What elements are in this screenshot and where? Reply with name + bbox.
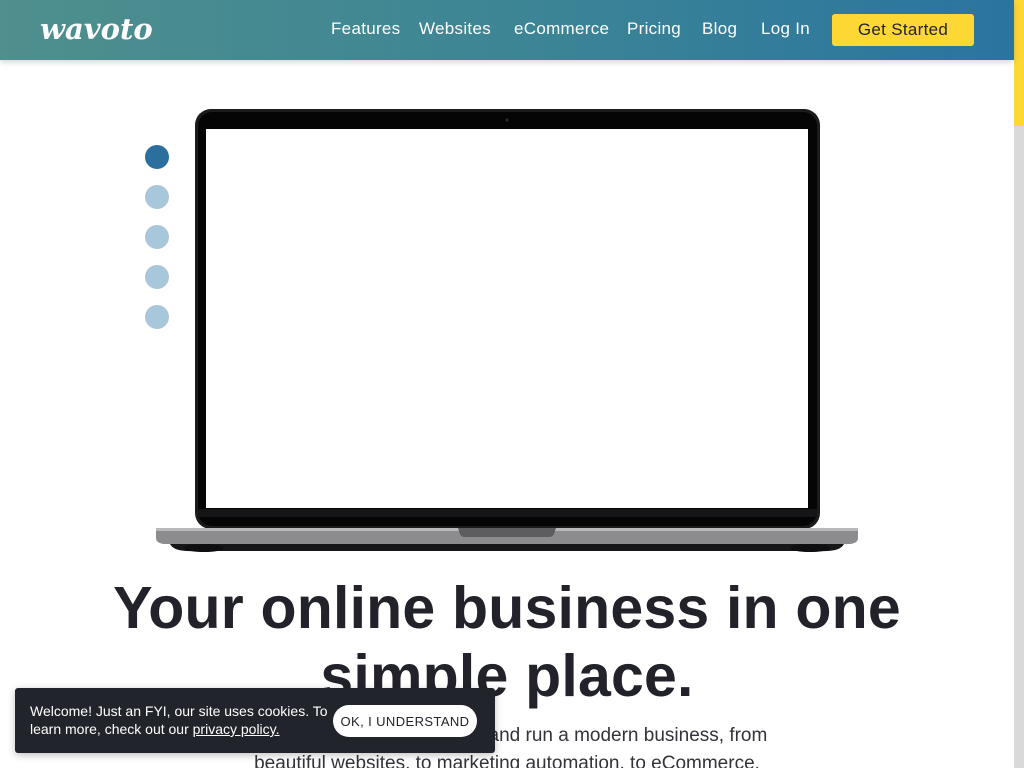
accept-cookies-button[interactable]: OK, I UNDERSTAND <box>333 705 477 737</box>
wavoto-logo[interactable]: wavoto <box>40 13 154 47</box>
privacy-policy-link[interactable]: privacy policy. <box>193 721 280 737</box>
nav-login-link[interactable]: Log In <box>761 19 810 41</box>
get-started-button[interactable]: Get Started <box>832 14 974 46</box>
cookie-message-text: Welcome! Just an FYI, our site uses cook… <box>30 703 328 737</box>
laptop-chin <box>198 509 817 517</box>
scrollbar-thumb[interactable] <box>1014 0 1024 126</box>
laptop-notch <box>458 528 556 537</box>
laptop-screen <box>206 129 808 508</box>
cookie-banner: Welcome! Just an FYI, our site uses cook… <box>15 688 495 753</box>
laptop-foot-right <box>790 544 830 552</box>
nav-blog-link[interactable]: Blog <box>702 19 737 41</box>
page-scrollbar[interactable] <box>1014 0 1024 768</box>
laptop-foot-left <box>184 544 224 552</box>
nav-pricing-link[interactable]: Pricing <box>627 19 681 41</box>
hero-title-line-1: Your online business in one <box>113 575 901 641</box>
laptop-mockup <box>156 109 858 552</box>
hero-subtitle-line-2: beautiful websites, to marketing automat… <box>254 753 760 768</box>
page: wavoto Features Websites eCommerce Prici… <box>0 0 1024 768</box>
laptop-bottom <box>170 544 844 552</box>
nav-features-link[interactable]: Features <box>331 19 401 41</box>
nav-ecommerce-link[interactable]: eCommerce <box>514 19 609 41</box>
cookie-message: Welcome! Just an FYI, our site uses cook… <box>30 702 330 738</box>
camera-icon <box>505 118 509 122</box>
logo-wordmark: wavoto <box>40 13 153 46</box>
site-header: wavoto Features Websites eCommerce Prici… <box>0 0 1014 60</box>
nav-websites-link[interactable]: Websites <box>419 19 491 41</box>
